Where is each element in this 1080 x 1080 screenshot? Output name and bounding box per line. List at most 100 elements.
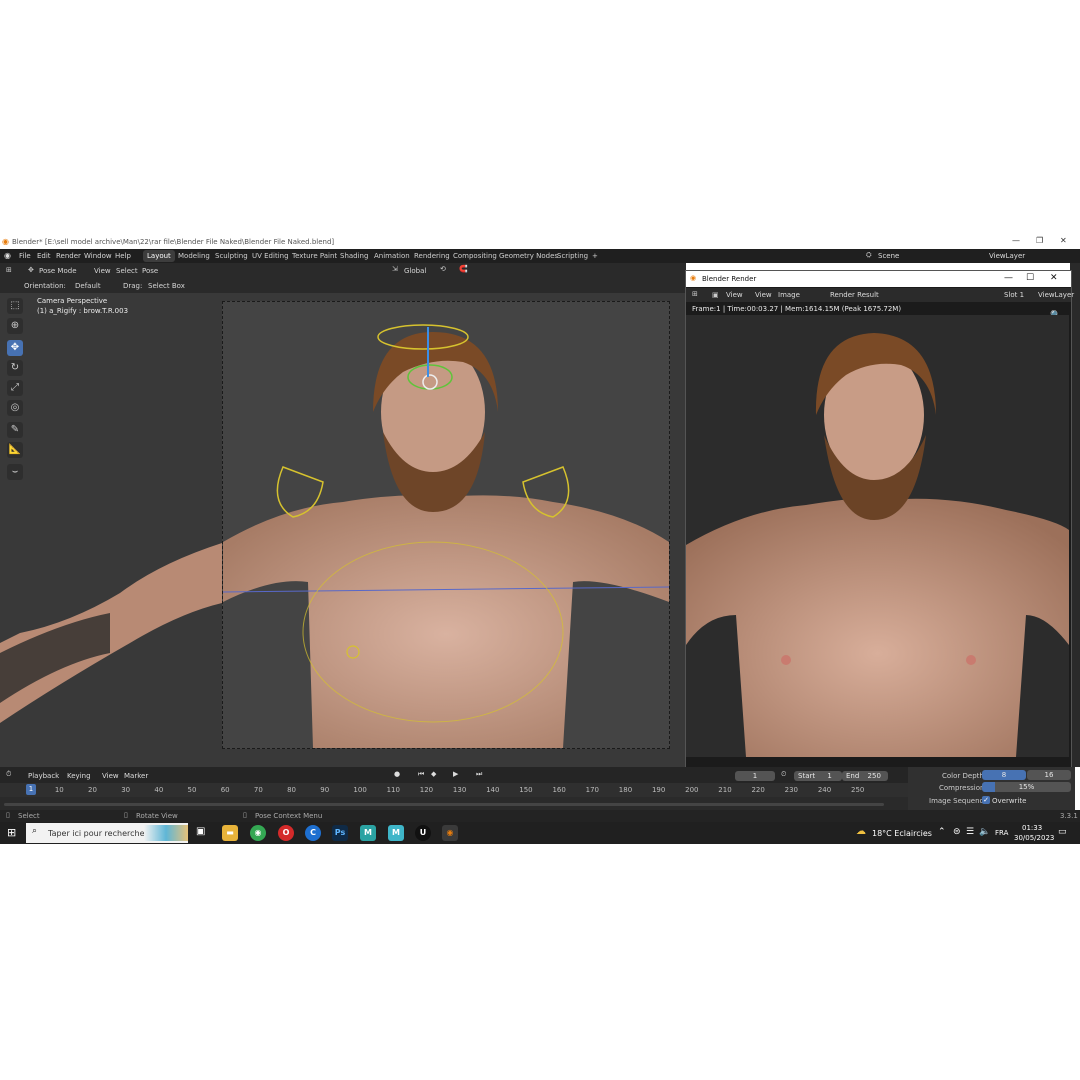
editor-type-icon[interactable]: ⏱ [6, 770, 11, 779]
editor-type-icon[interactable]: ⊞ [692, 290, 698, 298]
tab-shading[interactable]: Shading [336, 250, 372, 262]
timeline-scrollbar[interactable] [4, 803, 884, 806]
window-title-bar: ◉ Blender* [E:\sell model archive\Man\22… [0, 235, 1080, 249]
scale-tool-icon[interactable]: ⤢ [7, 380, 23, 396]
tab-layout[interactable]: Layout [143, 250, 175, 262]
orientation-dropdown[interactable]: Default [75, 282, 101, 290]
wifi-icon[interactable]: ☰ [966, 827, 974, 837]
tab-uv-editing[interactable]: UV Editing [248, 250, 293, 262]
slot-dropdown[interactable]: Slot 1 [1004, 291, 1024, 299]
measure-tool-icon[interactable]: 📐 [7, 442, 23, 458]
clock-time[interactable]: 01:33 [1022, 824, 1042, 832]
end-frame-field[interactable]: End 250 [842, 771, 888, 781]
jump-end-icon[interactable]: ⏭ [476, 770, 482, 779]
opera-icon[interactable]: O [278, 825, 294, 841]
camera-overlay-label: Camera Perspective [37, 297, 108, 305]
blender-menu-icon[interactable]: ◉ [4, 251, 11, 260]
blender-taskbar-icon[interactable]: ◉ [442, 825, 458, 841]
cursor-tool-icon[interactable]: ⊕ [7, 318, 23, 334]
close-icon[interactable]: ✕ [1050, 273, 1058, 283]
tab-modeling[interactable]: Modeling [174, 250, 214, 262]
volume-icon[interactable]: 🔈 [979, 827, 990, 837]
minimize-icon[interactable]: — [1004, 273, 1013, 283]
view-menu[interactable]: View [94, 267, 111, 275]
notifications-icon[interactable]: ▭ [1058, 827, 1067, 837]
menu-render[interactable]: Render [56, 252, 81, 260]
tab-texture-paint[interactable]: Texture Paint [288, 250, 341, 262]
tab-compositing[interactable]: Compositing [449, 250, 501, 262]
chevron-up-icon[interactable]: ⌃ [938, 827, 946, 837]
task-view-icon[interactable]: ▣ [196, 826, 205, 837]
snap-icon[interactable]: 🧲 [459, 265, 468, 273]
chrome-icon[interactable]: ◉ [250, 825, 266, 841]
keying-menu[interactable]: Keying [67, 772, 91, 780]
close-icon[interactable]: ✕ [1060, 236, 1067, 245]
menu-edit[interactable]: Edit [37, 252, 51, 260]
clock-date[interactable]: 30/05/2023 [1014, 834, 1054, 842]
transform-tool-icon[interactable]: ◎ [7, 400, 23, 416]
overwrite-label: Overwrite [992, 797, 1027, 805]
prev-keyframe-icon[interactable]: ◆ [431, 770, 436, 778]
add-workspace-button[interactable]: + [588, 250, 602, 262]
playhead[interactable]: 1 [26, 784, 36, 795]
color-depth-8-button[interactable]: 8 [982, 770, 1026, 780]
select-tool-icon[interactable]: ⬚ [7, 298, 23, 314]
minimize-icon[interactable]: — [1012, 236, 1020, 245]
play-icon[interactable]: ▶ [453, 770, 458, 778]
jump-start-icon[interactable]: ⏮ [418, 770, 424, 779]
pivot-icon[interactable]: ⟲ [440, 265, 446, 273]
compression-slider[interactable]: 15% [982, 782, 1071, 792]
menu-help[interactable]: Help [115, 252, 131, 260]
marvelous-icon[interactable]: M [360, 825, 376, 841]
rotate-tool-icon[interactable]: ↻ [7, 360, 23, 376]
ccleaner-icon[interactable]: C [305, 825, 321, 841]
view-menu[interactable]: View [102, 772, 119, 780]
scene-name[interactable]: Scene [878, 252, 899, 260]
taskbar-search-box[interactable]: ⌕ Taper ici pour rechercher [26, 823, 188, 843]
language-indicator[interactable]: FRA [995, 829, 1008, 837]
marker-menu[interactable]: Marker [124, 772, 148, 780]
end-value: 250 [867, 772, 881, 780]
file-explorer-icon[interactable]: ▬ [222, 825, 238, 841]
menu-window[interactable]: Window [84, 252, 112, 260]
start-frame-field[interactable]: Start 1 [794, 771, 842, 781]
relax-pose-tool-icon[interactable]: ⌣ [7, 464, 23, 480]
end-label: End [846, 772, 860, 780]
tab-geometry-nodes[interactable]: Geometry Nodes [495, 250, 562, 262]
tab-scripting[interactable]: Scripting [553, 250, 592, 262]
3d-viewport[interactable]: Camera Perspective (1) a_Rigify : brow.T… [0, 293, 686, 767]
overwrite-checkbox[interactable]: ✓ [982, 796, 990, 804]
color-depth-16-button[interactable]: 16 [1027, 770, 1071, 780]
render-view-layer[interactable]: ViewLayer [1038, 291, 1074, 299]
pose-menu[interactable]: Pose [142, 267, 158, 275]
maximize-icon[interactable]: ❐ [1036, 236, 1043, 245]
maximize-icon[interactable]: ☐ [1026, 273, 1034, 283]
image-name-field[interactable]: Render Result [830, 291, 879, 299]
move-tool-icon[interactable]: ✥ [7, 340, 23, 356]
photoshop-icon[interactable]: Ps [332, 825, 348, 841]
record-icon[interactable]: ● [394, 770, 400, 778]
transform-orientation-dropdown[interactable]: Global [404, 267, 426, 275]
image-menu[interactable]: Image [778, 291, 800, 299]
editor-type-icon[interactable]: ⊞ [6, 266, 12, 274]
weather-icon: ☁ [856, 826, 866, 837]
weather-text[interactable]: 18°C Eclaircies [872, 829, 932, 838]
maya-icon[interactable]: M [388, 825, 404, 841]
view-menu-2[interactable]: View [755, 291, 772, 299]
view-menu[interactable]: View [726, 291, 743, 299]
windows-start-icon[interactable]: ⊞ [7, 826, 16, 839]
tab-sculpting[interactable]: Sculpting [211, 250, 252, 262]
annotate-tool-icon[interactable]: ✎ [7, 422, 23, 438]
menu-file[interactable]: File [19, 252, 31, 260]
tab-animation[interactable]: Animation [370, 250, 414, 262]
select-menu[interactable]: Select [116, 267, 138, 275]
current-frame-field[interactable]: 1 [735, 771, 775, 781]
mode-dropdown[interactable]: Pose Mode [39, 267, 77, 275]
view-layer-name[interactable]: ViewLayer [989, 252, 1025, 260]
drag-dropdown[interactable]: Select Box [148, 282, 185, 290]
unreal-icon[interactable]: U [415, 825, 431, 841]
network-icon[interactable]: ⊜ [953, 827, 961, 837]
image-editor-view-dropdown[interactable]: ▣ [712, 291, 719, 299]
tab-rendering[interactable]: Rendering [410, 250, 454, 262]
playback-menu[interactable]: Playback [28, 772, 59, 780]
